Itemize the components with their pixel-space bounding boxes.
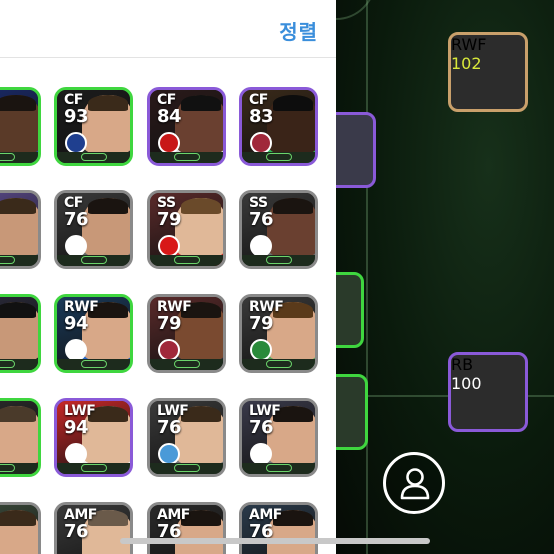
player-hair: [273, 198, 313, 214]
player-card[interactable]: AMF 76: [147, 502, 226, 554]
sort-button[interactable]: 정렬: [279, 16, 318, 45]
player-skill-icon: [0, 256, 15, 264]
player-skill-icon: [80, 153, 107, 161]
player-skill-icon: [173, 256, 200, 264]
club-badge-icon: [65, 132, 87, 154]
player-card[interactable]: [0, 502, 41, 554]
player-card[interactable]: [0, 398, 41, 477]
player-rating: 94: [64, 313, 89, 334]
player-skill-icon: [0, 153, 15, 161]
player-card[interactable]: LWF 76: [239, 398, 318, 477]
player-hair: [88, 95, 128, 111]
club-badge-icon: [158, 443, 180, 465]
club-badge-icon: [250, 235, 272, 257]
player-card[interactable]: LWF 76: [147, 398, 226, 477]
pitch-player-card[interactable]: [336, 374, 368, 450]
player-card[interactable]: [0, 87, 41, 166]
club-badge-icon: [158, 132, 180, 154]
pitch-circle: [336, 0, 376, 20]
player-card[interactable]: SS 79: [147, 190, 226, 269]
player-skill-icon: [80, 464, 107, 472]
player-card[interactable]: RWF 94: [54, 294, 133, 373]
player-hair: [181, 95, 221, 111]
home-indicator: [120, 538, 430, 544]
player-rating: 76: [64, 209, 89, 230]
player-skill-icon: [80, 256, 107, 264]
player-rating: 102: [451, 54, 482, 73]
profile-button[interactable]: [383, 452, 445, 514]
player-skill-icon: [0, 360, 15, 368]
club-badge-icon: [250, 132, 272, 154]
player-rating: 76: [249, 209, 274, 230]
player-card[interactable]: RWF 79: [239, 294, 318, 373]
player-card[interactable]: CF 83: [239, 87, 318, 166]
club-badge-icon: [65, 339, 87, 361]
club-badge-icon: [65, 235, 87, 257]
person-icon: [400, 468, 430, 500]
club-badge-icon: [250, 443, 272, 465]
player-hair: [0, 95, 36, 111]
player-hair: [0, 302, 36, 318]
player-card[interactable]: RWF 79: [147, 294, 226, 373]
player-skill-icon: [265, 360, 292, 368]
player-hair: [273, 95, 313, 111]
player-card[interactable]: LWF 94: [54, 398, 133, 477]
pitch-player-card[interactable]: [336, 272, 364, 348]
pitch-line: [366, 0, 368, 554]
player-card[interactable]: AMF 76: [54, 502, 133, 554]
pitch-player-card[interactable]: RB 100: [448, 352, 528, 432]
player-rating: 79: [157, 313, 182, 334]
panel-header: 정렬: [0, 0, 336, 58]
club-badge-icon: [250, 339, 272, 361]
player-position: RB: [451, 355, 474, 374]
player-card[interactable]: [0, 190, 41, 269]
player-skill-icon: [173, 153, 200, 161]
pitch-player-card[interactable]: [336, 112, 376, 188]
player-hair: [0, 406, 36, 422]
pitch-player-card[interactable]: RWF 102: [448, 32, 528, 112]
player-hair: [88, 198, 128, 214]
player-rating: 76: [157, 417, 182, 438]
player-skill-icon: [173, 464, 200, 472]
player-skill-icon: [0, 464, 15, 472]
player-list-panel: 정렬 CF 93 CF 84 CF 83 CF 76 SS 79 SS 76 RWF 94 RWF 79 RWF…: [0, 0, 336, 554]
player-card[interactable]: AMF 76: [239, 502, 318, 554]
player-position: RWF: [451, 35, 487, 54]
club-badge-icon: [158, 235, 180, 257]
player-card[interactable]: CF 84: [147, 87, 226, 166]
player-hair: [0, 198, 36, 214]
player-rating: 84: [157, 106, 182, 127]
player-rating: 76: [64, 521, 89, 542]
player-rating: 79: [157, 209, 182, 230]
player-rating: 100: [451, 374, 482, 393]
club-badge-icon: [65, 443, 87, 465]
player-skill-icon: [173, 360, 200, 368]
player-rating: 79: [249, 313, 274, 334]
player-skill-icon: [265, 153, 292, 161]
player-rating: 76: [249, 417, 274, 438]
player-rating: 93: [64, 106, 89, 127]
player-hair: [181, 198, 221, 214]
player-card[interactable]: SS 76: [239, 190, 318, 269]
player-card[interactable]: CF 93: [54, 87, 133, 166]
formation-pitch: RWF 102 RB 100: [336, 0, 554, 554]
player-skill-icon: [265, 256, 292, 264]
club-badge-icon: [158, 339, 180, 361]
player-skill-icon: [80, 360, 107, 368]
player-hair: [0, 510, 36, 526]
player-card[interactable]: [0, 294, 41, 373]
player-card[interactable]: CF 76: [54, 190, 133, 269]
player-skill-icon: [265, 464, 292, 472]
player-rating: 94: [64, 417, 89, 438]
player-rating: 83: [249, 106, 274, 127]
